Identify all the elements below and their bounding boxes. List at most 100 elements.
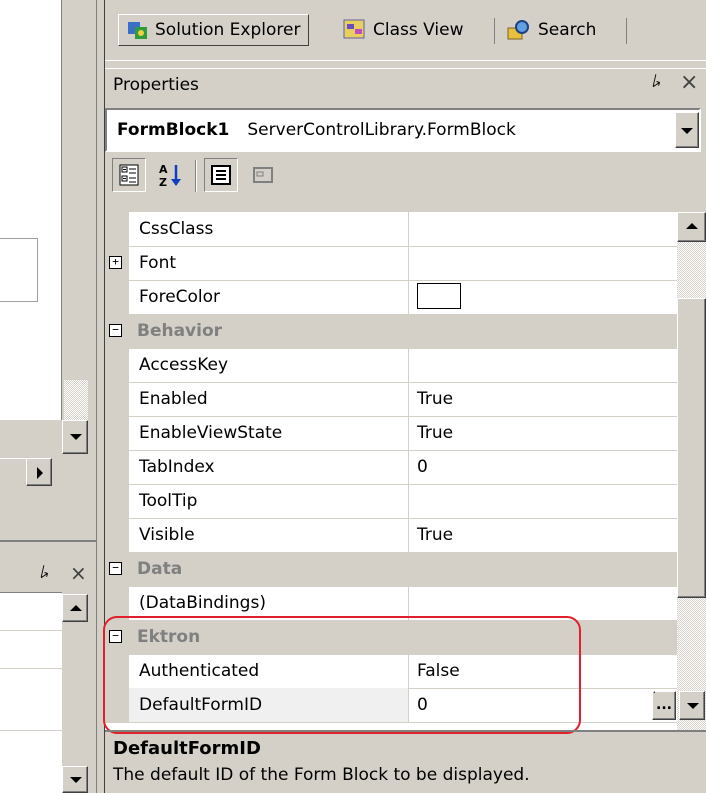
property-name: CssClass — [129, 212, 409, 246]
property-row[interactable]: TabIndex 0 — [105, 450, 677, 485]
category-row[interactable]: − Behavior — [105, 314, 677, 349]
tab-label: Class View — [373, 20, 464, 40]
tab-search[interactable]: Search — [498, 14, 604, 46]
left-scrollbar-dither — [64, 380, 88, 420]
categorized-icon — [119, 164, 139, 186]
property-value[interactable] — [409, 586, 677, 620]
sort-alphabetical-icon: A Z — [159, 163, 181, 188]
left-close-icon[interactable]: × — [70, 561, 87, 585]
property-value[interactable] — [409, 246, 677, 280]
property-name: TabIndex — [129, 450, 409, 484]
svg-text:A: A — [159, 163, 168, 176]
properties-icon — [211, 165, 231, 185]
tab-separator — [494, 18, 495, 44]
row-gutter: + — [105, 246, 129, 280]
property-row[interactable]: + Font — [105, 246, 677, 281]
categorized-button[interactable] — [112, 158, 146, 192]
toolbar-separator — [195, 160, 197, 192]
tab-separator — [626, 18, 627, 44]
description-title: DefaultFormID — [113, 738, 261, 759]
property-row[interactable]: AccessKey — [105, 348, 677, 383]
property-value[interactable] — [409, 212, 677, 246]
class-view-icon — [343, 19, 365, 39]
property-row[interactable]: EnableViewState True — [105, 416, 677, 451]
alphabetical-button[interactable]: A Z — [154, 158, 188, 192]
pin-icon[interactable]: ⭞ — [652, 72, 661, 92]
row-gutter: − — [105, 552, 129, 586]
color-swatch — [417, 282, 461, 309]
chevron-right-icon — [37, 467, 43, 479]
object-name: FormBlock1 — [117, 120, 230, 140]
chevron-down-icon — [681, 128, 693, 134]
row-gutter — [105, 382, 129, 416]
left-list-line-3 — [0, 730, 62, 731]
row-gutter — [105, 212, 129, 246]
property-name: Visible — [129, 518, 409, 552]
value-dropdown-button[interactable] — [679, 691, 705, 720]
properties-view-button[interactable] — [204, 158, 238, 192]
property-name: AccessKey — [129, 348, 409, 382]
chevron-up-icon — [686, 223, 698, 229]
left-hscroll-track[interactable] — [0, 458, 26, 486]
collapse-icon[interactable]: − — [109, 324, 122, 337]
row-gutter — [105, 348, 129, 382]
property-name: Enabled — [129, 382, 409, 416]
row-gutter — [105, 484, 129, 518]
grid-scroll-thumb[interactable] — [677, 298, 706, 598]
left-divider — [0, 540, 96, 542]
object-type: ServerControlLibrary.FormBlock — [247, 120, 516, 140]
description-panel: DefaultFormID The default ID of the Form… — [105, 730, 706, 793]
left-list-scroll-up-button[interactable] — [62, 594, 88, 622]
property-value[interactable] — [409, 280, 677, 314]
property-row[interactable]: ForeColor — [105, 280, 677, 315]
chevron-down-icon — [70, 434, 82, 440]
left-pin-icon[interactable]: ⭞ — [40, 563, 49, 583]
left-list-scroll-down-button[interactable] — [62, 766, 88, 793]
description-text: The default ID of the Form Block to be d… — [113, 765, 530, 785]
property-value[interactable]: 0 — [409, 450, 677, 484]
left-list-line-1 — [0, 630, 62, 631]
property-value[interactable]: True — [409, 518, 677, 552]
property-value[interactable] — [409, 348, 677, 382]
left-scrollbar-track[interactable] — [64, 0, 88, 420]
chevron-down-icon — [70, 777, 82, 783]
ellipsis-button[interactable]: ... — [652, 691, 676, 720]
row-gutter — [105, 280, 129, 314]
left-panel-white-area — [0, 0, 62, 420]
property-name: EnableViewState — [129, 416, 409, 450]
tab-strip-bottom-line — [105, 60, 706, 61]
left-bottom-list — [0, 592, 62, 793]
left-scroll-down-button[interactable] — [62, 420, 88, 454]
expand-icon[interactable]: + — [109, 256, 122, 269]
property-name: ToolTip — [129, 484, 409, 518]
row-gutter: − — [105, 314, 129, 348]
collapse-icon[interactable]: − — [109, 562, 122, 575]
tab-class-view[interactable]: Class View — [335, 14, 471, 46]
property-row[interactable]: ToolTip — [105, 484, 677, 519]
left-list-scroll-track[interactable] — [64, 622, 88, 766]
properties-title-bar: Properties — [105, 68, 706, 100]
property-row[interactable]: Visible True — [105, 518, 677, 553]
property-name: ForeColor — [129, 280, 409, 314]
property-value[interactable] — [409, 484, 677, 518]
chevron-down-icon — [687, 703, 699, 709]
object-selector-dropdown-button[interactable] — [675, 112, 699, 148]
category-name: Data — [137, 559, 183, 579]
tab-solution-explorer[interactable]: Solution Explorer — [118, 14, 310, 46]
chevron-up-icon — [70, 605, 82, 611]
ektron-highlight-annotation — [103, 616, 581, 734]
property-row[interactable]: Enabled True — [105, 382, 677, 417]
property-value[interactable]: True — [409, 382, 677, 416]
property-value[interactable]: True — [409, 416, 677, 450]
property-row[interactable]: CssClass — [105, 212, 677, 247]
row-gutter — [105, 416, 129, 450]
left-list-line-2 — [0, 668, 62, 669]
property-pages-button[interactable] — [246, 158, 280, 192]
object-selector[interactable]: FormBlock1 ServerControlLibrary.FormBloc… — [105, 108, 701, 152]
close-icon[interactable]: × — [680, 70, 698, 95]
category-row[interactable]: − Data — [105, 552, 677, 587]
tab-label: Solution Explorer — [155, 20, 301, 40]
grid-scroll-up-button[interactable] — [677, 212, 706, 242]
left-scroll-right-button[interactable] — [26, 458, 52, 486]
property-name: Font — [129, 246, 409, 280]
